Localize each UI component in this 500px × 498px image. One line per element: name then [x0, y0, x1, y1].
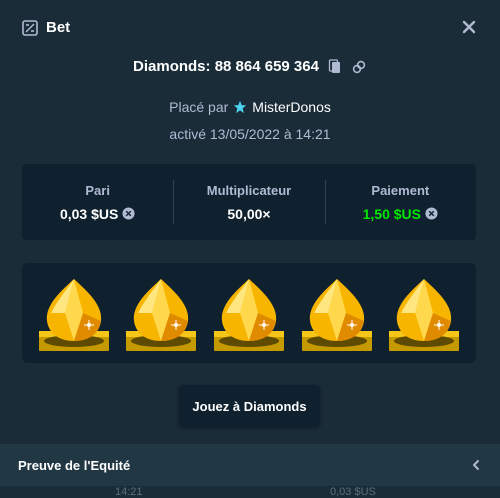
- background-time: 14:21: [115, 486, 143, 498]
- diamond-board: [22, 263, 476, 363]
- placed-prefix: Placé par: [169, 99, 229, 115]
- yellow-diamond-icon: [38, 279, 109, 351]
- stat-bet-value-wrap: 0,03 $US: [60, 206, 135, 222]
- close-icon[interactable]: [460, 18, 478, 36]
- copy-icon[interactable]: [327, 58, 343, 75]
- currency-icon: [425, 207, 438, 220]
- background-amount: 0,03 $US: [330, 486, 376, 498]
- stats-panel: Pari 0,03 $US Multiplicateur 50,00× Paie…: [22, 164, 476, 240]
- stat-bet-value: 0,03 $US: [59, 205, 119, 222]
- modal-header: Bet: [0, 0, 500, 56]
- placed-by: Placé par MisterDonos: [0, 99, 500, 115]
- link-icon[interactable]: [351, 59, 367, 75]
- bet-date: activé 13/05/2022 à 14:21: [169, 126, 331, 142]
- stat-multiplier-label: Multiplicateur: [206, 182, 292, 198]
- yellow-diamond-icon: [389, 279, 460, 351]
- stat-payout-value-wrap: 1,50 $US: [363, 206, 438, 222]
- stat-multiplier: Multiplicateur 50,00×: [173, 164, 324, 240]
- stat-payout-value: 1,50 $US: [362, 205, 421, 222]
- currency-icon: [122, 207, 135, 220]
- bet-slip-icon: [22, 19, 38, 36]
- title-wrap: Bet: [22, 19, 70, 36]
- play-diamonds-button[interactable]: Jouez à Diamonds: [179, 385, 320, 427]
- modal-title: Bet: [46, 19, 71, 36]
- game-id-row: Diamonds: 88 864 659 364: [0, 58, 500, 75]
- star-icon: [234, 100, 247, 114]
- stat-bet: Pari 0,03 $US: [22, 164, 173, 240]
- fairness-row[interactable]: Preuve de l'Equité: [0, 444, 500, 486]
- fairness-label: Preuve de l'Equité: [18, 457, 131, 473]
- stat-multiplier-value: 50,00×: [227, 205, 271, 222]
- yellow-diamond-icon: [301, 279, 372, 351]
- game-title: Diamonds: 88 864 659 364: [133, 58, 319, 75]
- stat-bet-label: Pari: [85, 182, 110, 198]
- stat-payout-label: Paiement: [371, 182, 430, 198]
- yellow-diamond-icon: [126, 279, 197, 351]
- chevron-left-icon[interactable]: [470, 459, 482, 471]
- stat-payout: Paiement 1,50 $US: [324, 164, 476, 240]
- username-link[interactable]: MisterDonos: [252, 99, 331, 115]
- yellow-diamond-icon: [213, 279, 284, 351]
- bet-modal: Bet Diamonds: 88 864 659 364 Placé par M…: [0, 0, 500, 498]
